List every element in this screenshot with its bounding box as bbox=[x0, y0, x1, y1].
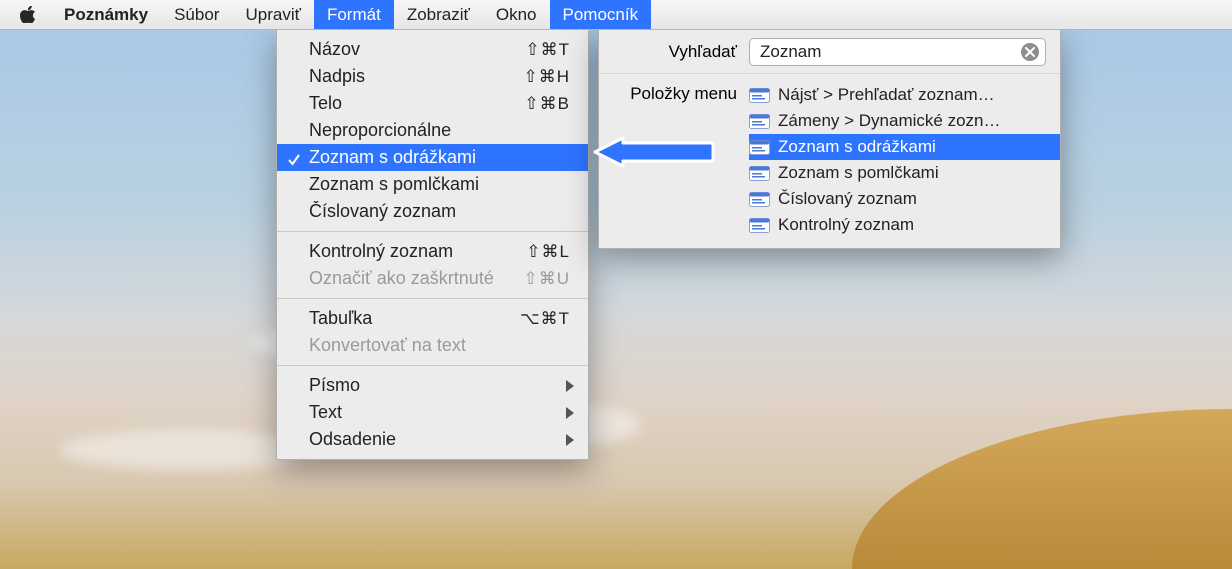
help-search-value: Zoznam bbox=[756, 42, 1021, 62]
menu-item-icon bbox=[749, 191, 770, 207]
format-menu-item[interactable]: Odsadenie bbox=[277, 426, 588, 453]
menu-item-icon bbox=[749, 217, 770, 233]
clear-search-button[interactable] bbox=[1021, 43, 1039, 61]
menu-separator bbox=[277, 298, 588, 299]
menu-item-icon bbox=[749, 139, 770, 155]
help-result-label: Zámeny > Dynamické zozn… bbox=[778, 111, 1001, 131]
menu-item-shortcut: ⇧⌘T bbox=[525, 40, 570, 60]
apple-logo-icon bbox=[20, 6, 37, 23]
chevron-right-icon bbox=[566, 380, 574, 392]
menu-separator bbox=[277, 365, 588, 366]
menu-item-icon bbox=[749, 165, 770, 181]
chevron-right-icon bbox=[566, 434, 574, 446]
format-menu-item[interactable]: Text bbox=[277, 399, 588, 426]
help-result-item[interactable]: Nájsť > Prehľadať zoznam… bbox=[749, 82, 1060, 108]
close-icon bbox=[1025, 47, 1035, 57]
help-result-item[interactable]: Zámeny > Dynamické zozn… bbox=[749, 108, 1060, 134]
menu-item-label: Zoznam s odrážkami bbox=[309, 147, 570, 168]
help-result-item[interactable]: Zoznam s odrážkami bbox=[749, 134, 1060, 160]
menubar-item-formát[interactable]: Formát bbox=[314, 0, 394, 29]
check-icon bbox=[287, 151, 301, 165]
apple-menu[interactable] bbox=[6, 6, 51, 23]
help-result-label: Zoznam s pomlčkami bbox=[778, 163, 939, 183]
help-result-label: Nájsť > Prehľadať zoznam… bbox=[778, 85, 995, 105]
chevron-right-icon bbox=[566, 407, 574, 419]
help-pointer-callout bbox=[593, 136, 715, 168]
help-result-label: Číslovaný zoznam bbox=[778, 189, 917, 209]
format-menu-item: Označiť ako zaškrtnuté⇧⌘U bbox=[277, 265, 588, 292]
menu-item-icon bbox=[749, 113, 770, 129]
format-menu-item[interactable]: Neproporcionálne bbox=[277, 117, 588, 144]
menu-item-label: Názov bbox=[309, 39, 525, 60]
menu-item-shortcut: ⌥⌘T bbox=[520, 309, 570, 329]
help-result-label: Zoznam s odrážkami bbox=[778, 137, 936, 157]
menu-item-shortcut: ⇧⌘H bbox=[523, 67, 570, 87]
menu-item-label: Telo bbox=[309, 93, 524, 114]
help-result-item[interactable]: Zoznam s pomlčkami bbox=[749, 160, 1060, 186]
help-search-label: Vyhľadať bbox=[599, 42, 749, 62]
menubar: Poznámky SúborUpraviťFormátZobraziťOknoP… bbox=[0, 0, 1232, 30]
help-result-item[interactable]: Kontrolný zoznam bbox=[749, 212, 1060, 238]
menu-item-label: Písmo bbox=[309, 375, 570, 396]
menubar-item-zobraziť[interactable]: Zobraziť bbox=[394, 0, 483, 29]
menubar-item-súbor[interactable]: Súbor bbox=[161, 0, 232, 29]
menu-item-label: Neproporcionálne bbox=[309, 120, 570, 141]
menu-item-label: Text bbox=[309, 402, 570, 423]
format-menu-item[interactable]: Zoznam s pomlčkami bbox=[277, 171, 588, 198]
format-menu-item[interactable]: Kontrolný zoznam⇧⌘L bbox=[277, 238, 588, 265]
menu-item-shortcut: ⇧⌘U bbox=[523, 269, 570, 289]
menu-separator bbox=[277, 231, 588, 232]
menu-item-label: Zoznam s pomlčkami bbox=[309, 174, 570, 195]
menubar-item-upraviť[interactable]: Upraviť bbox=[232, 0, 314, 29]
menu-item-label: Číslovaný zoznam bbox=[309, 201, 570, 222]
menubar-app-name[interactable]: Poznámky bbox=[51, 0, 161, 29]
format-menu-item[interactable]: Telo⇧⌘B bbox=[277, 90, 588, 117]
menu-item-label: Nadpis bbox=[309, 66, 523, 87]
format-menu-item[interactable]: Písmo bbox=[277, 372, 588, 399]
menu-item-label: Označiť ako zaškrtnuté bbox=[309, 268, 523, 289]
format-menu-item[interactable]: Zoznam s odrážkami bbox=[277, 144, 588, 171]
menu-item-label: Tabuľka bbox=[309, 308, 520, 329]
menu-item-label: Odsadenie bbox=[309, 429, 570, 450]
help-search-field[interactable]: Zoznam bbox=[749, 38, 1046, 66]
menubar-item-okno[interactable]: Okno bbox=[483, 0, 550, 29]
format-menu-item[interactable]: Tabuľka⌥⌘T bbox=[277, 305, 588, 332]
menu-item-shortcut: ⇧⌘L bbox=[526, 242, 570, 262]
help-result-item[interactable]: Číslovaný zoznam bbox=[749, 186, 1060, 212]
menu-item-shortcut: ⇧⌘B bbox=[524, 94, 570, 114]
format-menu-item[interactable]: Názov⇧⌘T bbox=[277, 36, 588, 63]
format-menu-item[interactable]: Nadpis⇧⌘H bbox=[277, 63, 588, 90]
help-result-label: Kontrolný zoznam bbox=[778, 215, 914, 235]
menu-item-label: Konvertovať na text bbox=[309, 335, 570, 356]
format-menu-item[interactable]: Číslovaný zoznam bbox=[277, 198, 588, 225]
menubar-item-pomocník[interactable]: Pomocník bbox=[550, 0, 652, 29]
format-menu-item: Konvertovať na text bbox=[277, 332, 588, 359]
menu-item-icon bbox=[749, 87, 770, 103]
menu-item-label: Kontrolný zoznam bbox=[309, 241, 526, 262]
format-menu: Názov⇧⌘TNadpis⇧⌘HTelo⇧⌘BNeproporcionálne… bbox=[276, 30, 589, 460]
